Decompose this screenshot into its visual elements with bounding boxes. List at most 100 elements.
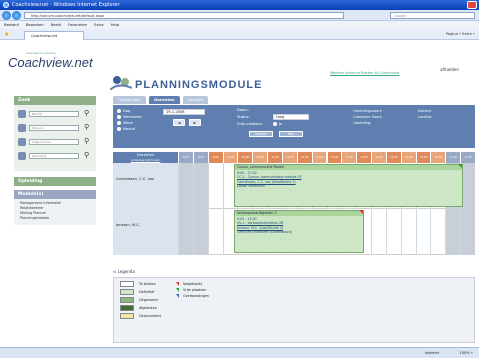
logout-link[interactable]: afmelden: [440, 67, 459, 72]
back-button[interactable]: [2, 11, 11, 20]
time-slot-cell[interactable]: [207, 163, 223, 209]
teacher-row: Cornelissen, C.C. van Cursus, communicat…: [113, 163, 475, 209]
menu-extra[interactable]: Extra: [94, 23, 104, 27]
search-icon[interactable]: ⚲: [84, 123, 89, 131]
time-slot-header: 12:00: [296, 152, 312, 163]
clear-button[interactable]: Wis: [279, 131, 303, 137]
time-slot-header: 9:30: [222, 152, 238, 163]
close-window-button[interactable]: [467, 1, 477, 9]
modules-panel-title[interactable]: Module(s): [14, 190, 96, 199]
search-panel-title: Zoek: [14, 96, 96, 105]
checkbox-icon: [273, 122, 277, 126]
teacher-name[interactable]: Cornelissen, C.C. van: [113, 163, 178, 209]
time-slot-cell[interactable]: [400, 209, 416, 255]
menu-beeld[interactable]: Beeld: [51, 23, 61, 27]
time-slot-header: 8:00: [178, 152, 193, 163]
legend-swatch: [120, 313, 134, 319]
status-select[interactable]: Leeg: [273, 114, 309, 120]
view-options: Dag Werkweek Week Maand: [117, 108, 142, 132]
date-field[interactable]: 19-1-2008: [163, 109, 205, 115]
radio-icon: [117, 115, 121, 119]
address-bar: http://secure.coachview.net/default.aspx…: [0, 10, 479, 21]
time-slot-cell[interactable]: [371, 209, 386, 255]
logo-tagline: onderwijs en opleiding: [26, 51, 56, 55]
grid-header: Docenten (volledige lijst tonen) 8:00 8:3…: [113, 152, 475, 163]
browser-tab[interactable]: Coachview.net: [24, 31, 84, 40]
sidebar: Zoek Bedrijf ⚲ Persoon ⚲ Volgnummer ⚲ Op…: [14, 96, 96, 340]
search-icon[interactable]: ⚲: [84, 137, 89, 145]
training-icon: [18, 152, 26, 160]
legend-marker-overbooked: Overboekingen: [176, 293, 209, 300]
forward-button[interactable]: [12, 11, 21, 20]
time-slot-cell[interactable]: [207, 209, 223, 255]
time-slot-cell[interactable]: [178, 209, 193, 255]
search-input[interactable]: Google: [390, 12, 475, 19]
time-slot-cell[interactable]: [385, 209, 401, 255]
opleiding-label: Opleiding:: [353, 121, 372, 125]
menu-favorieten[interactable]: Favorieten: [68, 23, 87, 27]
next-day-button[interactable]: ►: [189, 119, 201, 126]
marker-triangle-icon: [176, 282, 179, 286]
free-places-checkbox[interactable]: Ja: [273, 122, 282, 126]
tab-docenten[interactable]: Docenten: [149, 96, 180, 104]
favorites-star-icon[interactable]: ★: [4, 31, 9, 38]
search-icon[interactable]: ⚲: [84, 151, 89, 159]
page-title: PLANNINGSMODULE: [135, 79, 263, 91]
time-slot-header: 16:00: [415, 152, 431, 163]
ie-logo-icon: [3, 2, 9, 8]
company-search-input[interactable]: Bedrijf: [29, 111, 79, 117]
time-slot-cell[interactable]: [192, 209, 208, 255]
view-option-month[interactable]: Maand: [117, 126, 142, 132]
teacher-name[interactable]: Janssen, M.C.: [113, 209, 178, 255]
legend-swatch: [120, 281, 134, 287]
time-slot-header: 8:30: [192, 152, 208, 163]
tools-menu[interactable]: Pagina • Extra •: [446, 31, 475, 38]
status-label: Status:: [237, 115, 250, 119]
time-slot-cell[interactable]: [178, 163, 193, 209]
time-slot-header: 12:30: [311, 152, 327, 163]
time-slot-cell[interactable]: [460, 209, 475, 255]
planning-grid: Docenten (volledige lijst tonen) 8:00 8:3…: [113, 152, 475, 255]
time-slot-cell[interactable]: [430, 209, 445, 255]
search-row-number: Volgnummer ⚲: [18, 136, 92, 150]
time-slot-cell[interactable]: [192, 163, 208, 209]
appointment-block[interactable]: Cursus, communicatie Positie 9:00 - 17:0…: [234, 164, 463, 207]
favorites-bar: ★ Coachview.net Pagina • Extra •: [0, 29, 479, 40]
time-slot-header: 14:30: [371, 152, 386, 163]
menu-bewerken[interactable]: Bewerken: [26, 23, 44, 27]
url-field[interactable]: http://secure.coachview.net/default.aspx: [24, 12, 344, 19]
welcome-link[interactable]: Welkom Johanna Bakker bij Coachview: [330, 71, 399, 75]
training-panel-title[interactable]: Opleiding: [14, 177, 96, 186]
modules-list: Management informatie Relatiebeheer Mail…: [14, 199, 96, 225]
time-slot-header: 9:00: [207, 152, 223, 163]
legend-swatch: [120, 305, 134, 311]
appointment-block[interactable]: Verkoopsvaardigheden 3 9:00 - 17:00 VV-1…: [234, 210, 364, 253]
time-slot-header: 13:00: [326, 152, 342, 163]
title-bar: Coachview.net - Windows Internet Explore…: [0, 0, 479, 10]
module-item[interactable]: Planningsmodule: [14, 216, 96, 221]
zoom-level[interactable]: 100% •: [459, 348, 473, 358]
number-search-input[interactable]: Volgnummer: [29, 139, 79, 145]
window-title: Coachview.net - Windows Internet Explore…: [12, 2, 120, 8]
appointment-location: Centrum Eindhoven (Oudenbosch): [237, 229, 293, 234]
menu-bar: Bestand Bewerken Beeld Favorieten Extra …: [0, 21, 479, 29]
tab-locaties[interactable]: Locaties: [182, 96, 209, 104]
menu-bestand[interactable]: Bestand: [4, 23, 19, 27]
time-slot-cell[interactable]: [445, 209, 461, 255]
teacher-row: Janssen, M.C. Verkoopsvaardigheden 3 9:0…: [113, 209, 475, 255]
time-slot-header: 15:00: [385, 152, 401, 163]
time-slot-header: 14:00: [356, 152, 372, 163]
person-search-input[interactable]: Persoon: [29, 125, 79, 131]
prev-day-button[interactable]: ◄: [173, 119, 185, 126]
time-slot-cell[interactable]: [415, 209, 431, 255]
tab-opleidingen[interactable]: Opleidingen: [113, 96, 146, 104]
radio-icon: [117, 109, 121, 113]
menu-help[interactable]: Help: [111, 23, 119, 27]
search-icon[interactable]: ⚲: [84, 109, 89, 117]
right-filter-labels: Opleidingssoort: Categorie Soort: Opleid…: [353, 108, 382, 126]
person-icon: [18, 124, 26, 132]
legend-panel: Te starten Definitief Uitgevoerd Afgeslo…: [113, 277, 475, 343]
training-search-input[interactable]: Opleiding: [29, 153, 79, 159]
search-panel: Bedrijf ⚲ Persoon ⚲ Volgnummer ⚲ Opleidi…: [14, 105, 96, 171]
search-button[interactable]: Zoeken: [249, 131, 273, 137]
